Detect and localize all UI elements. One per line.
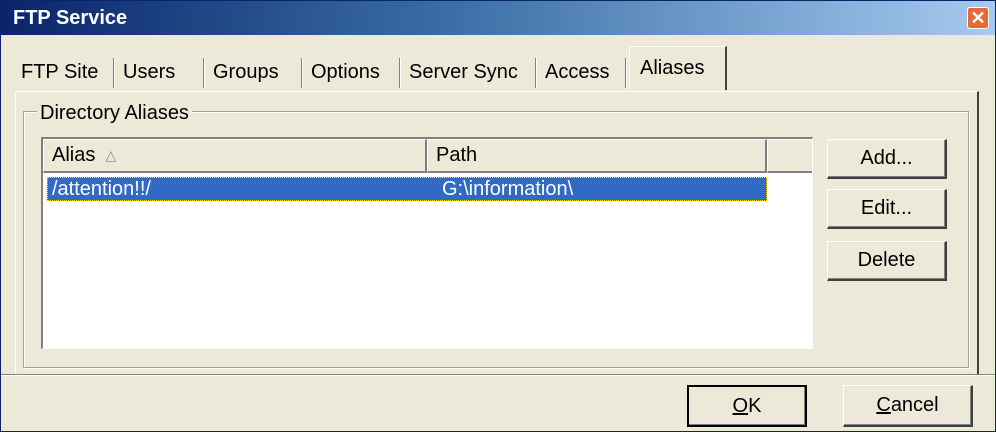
cancel-button[interactable]: Cancel [843,385,973,427]
tab-access[interactable]: Access [539,54,627,90]
column-header-path[interactable]: Path [427,139,767,173]
footer-separator [1,374,995,376]
delete-button[interactable]: Delete [827,241,947,281]
tab-aliases[interactable]: Aliases [629,46,727,90]
edit-button-label: Edit... [860,197,913,219]
ok-mnemonic: O [732,394,749,417]
tab-label: Users [123,60,176,83]
cancel-button-label: Cancel [876,394,938,417]
aliases-list[interactable]: Alias △ Path /attention!!/ G:\informatio… [41,137,813,349]
column-header-label: Alias [52,144,96,166]
list-item[interactable]: /attention!!/ G:\information\ [47,177,767,201]
tab-users[interactable]: Users [117,54,205,90]
ok-button-label: OK [733,395,762,418]
add-button[interactable]: Add... [827,139,947,179]
tab-separator [203,58,205,88]
column-header-label: Path [436,144,478,166]
tab-label: Access [545,60,610,83]
list-header: Alias △ Path [43,139,812,173]
tab-separator [301,58,303,88]
close-button[interactable]: ✕ [967,7,989,29]
tab-groups[interactable]: Groups [207,54,303,90]
tab-separator [113,58,115,88]
tab-label: Aliases [640,57,705,79]
tab-separator [535,58,537,88]
tab-label: FTP Site [21,60,99,83]
title-bar[interactable]: FTP Service ✕ [1,1,995,35]
column-header-alias[interactable]: Alias △ [43,139,427,173]
tab-separator [399,58,401,88]
ok-label-rest: K [748,394,762,417]
tab-separator [625,58,627,88]
group-label: Directory Aliases [37,102,192,125]
delete-button-label: Delete [857,249,916,271]
tab-label: Options [311,60,380,83]
tab-ftp-site[interactable]: FTP Site [15,54,115,90]
cancel-label-rest: ancel [890,394,939,416]
close-icon: ✕ [970,8,986,28]
add-button-label: Add... [860,147,913,169]
cell-path: G:\information\ [442,178,574,200]
ok-button[interactable]: OK [687,385,807,427]
tab-label: Groups [213,60,279,83]
ftp-service-dialog: FTP Service ✕ FTP Site Users Groups Opti… [0,0,996,432]
tab-server-sync[interactable]: Server Sync [403,54,537,90]
window-title: FTP Service [13,7,128,29]
tab-label: Server Sync [409,60,518,83]
cell-alias: /attention!!/ [52,178,151,200]
tab-options[interactable]: Options [305,54,401,90]
edit-button[interactable]: Edit... [827,189,947,229]
column-header-filler [767,139,812,173]
sort-ascending-icon: △ [105,147,117,163]
cancel-mnemonic: C [876,394,891,416]
